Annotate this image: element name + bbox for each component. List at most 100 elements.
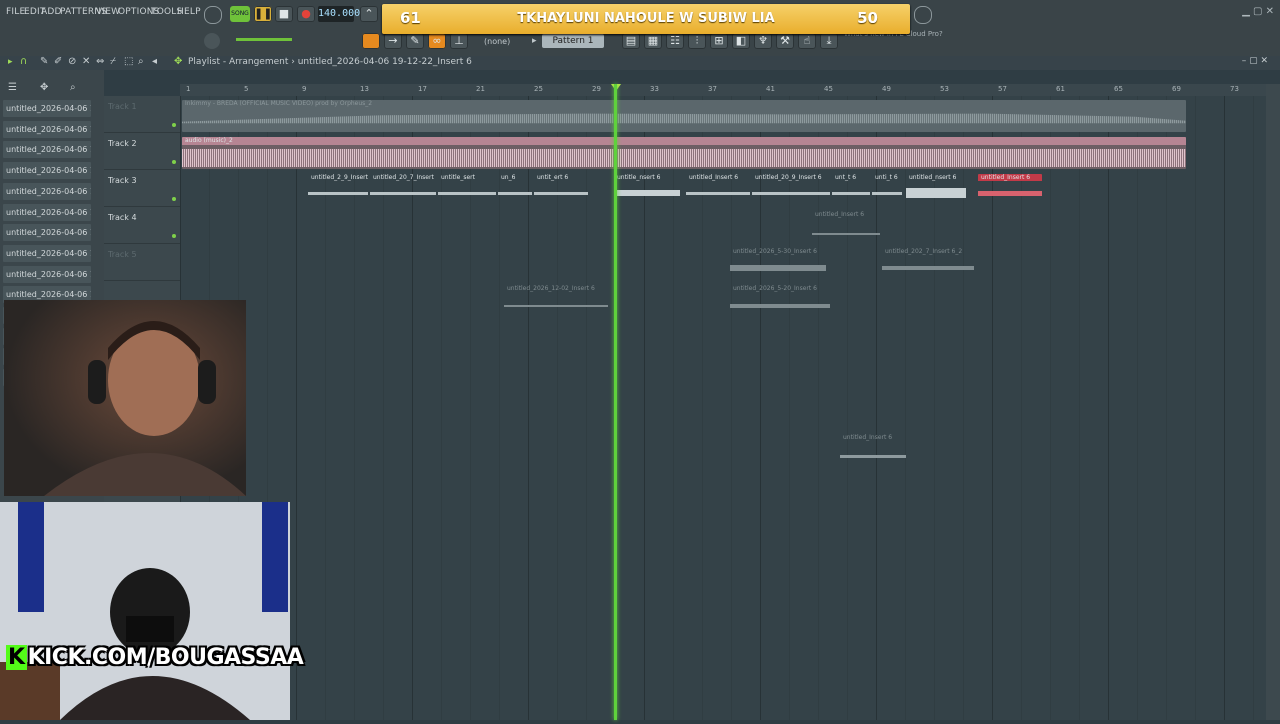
track-header[interactable]: Track 2 [104, 133, 180, 170]
browser-item[interactable]: untitled_2026-04-06 18- [3, 120, 91, 138]
audio-clip[interactable]: untitled_2026_12-02_Insert 6 [504, 285, 608, 313]
audio-clip[interactable]: untitled_nsert 6 [906, 174, 966, 202]
snap-button[interactable]: ⌃ [360, 6, 378, 22]
menu-help[interactable]: HELP [177, 7, 201, 17]
magnet-icon: ⌃ [364, 7, 374, 20]
track-header[interactable]: Track 5 [104, 244, 180, 281]
browser-item[interactable]: untitled_2026-04-06 18- [3, 244, 91, 262]
audio-clip[interactable]: untitled_2_9_Insert [308, 174, 368, 202]
view-channel-rack-button[interactable]: ☷ [666, 33, 684, 49]
track-led-icon[interactable] [172, 234, 176, 238]
playlist-grid[interactable]: Inkimmy - BREDA (OFFICIAL MUSIC VIDEO) p… [180, 96, 1266, 720]
menu-view[interactable]: VIEW [96, 7, 120, 17]
view-touch-button[interactable]: ☝ [798, 33, 816, 49]
browser-item[interactable]: untitled_2026-04-06 18- [3, 203, 91, 221]
audio-clip[interactable]: untitle_nsert 6 [614, 174, 680, 202]
waveform [614, 190, 680, 196]
track-header[interactable]: Track 3 [104, 170, 180, 207]
audio-clip[interactable]: untitled_20_9_Insert 6 [752, 174, 830, 202]
tool-stamp-button[interactable]: ⊥ [450, 33, 468, 49]
vertical-scrollbar[interactable] [1266, 84, 1280, 720]
waveform [730, 265, 826, 271]
view-plugin-db-button[interactable]: ◧ [732, 33, 750, 49]
slice-tool-icon[interactable]: ⌿ [110, 56, 116, 67]
view-project-button[interactable]: ⚒ [776, 33, 794, 49]
waveform [182, 113, 1186, 124]
browser-item[interactable]: untitled_2026-04-06 18- [3, 224, 91, 242]
audio-clip[interactable]: unt_t 6 [832, 174, 870, 202]
song-mode-toggle[interactable]: SONG [230, 6, 250, 22]
audio-clip[interactable]: untitled_Insert 6 [812, 211, 880, 239]
browser-move-icon[interactable]: ✥ [40, 82, 48, 93]
magnet-snap-icon[interactable]: ∩ [20, 56, 27, 67]
waveform [752, 192, 830, 195]
download-button[interactable]: ⤓ [820, 33, 838, 49]
audio-clip[interactable]: untitled_20_7_Insert [370, 174, 436, 202]
pattern-selector[interactable]: Pattern 1 [542, 34, 604, 48]
browser-item[interactable]: untitled_2026-04-06 18- [3, 162, 91, 180]
playlist-menu-arrow-icon[interactable]: ▸ [8, 57, 13, 67]
window-controls[interactable]: ▁ ▢ ✕ [1242, 6, 1274, 17]
stream-banner: 61 TKHAYLUNI NAHOULE W SUBIW LIA 50 [382, 4, 910, 34]
tool-link-button[interactable]: ∞ [428, 33, 446, 49]
audio-clip[interactable]: untitle_sert [438, 174, 496, 202]
master-volume-slider[interactable] [236, 38, 292, 41]
browser-list-icon[interactable]: ☰ [8, 82, 17, 93]
track-led-icon[interactable] [172, 160, 176, 164]
waveform [182, 149, 1186, 167]
playback-tool-icon[interactable]: ◂ [152, 56, 157, 67]
tool-arrow-button[interactable]: → [384, 33, 402, 49]
audio-clip[interactable]: untitled_Insert 6 [840, 434, 906, 462]
tempo-display[interactable]: 140.000 [318, 6, 360, 22]
browser-item[interactable]: untitled_2026-04-06 18- [3, 265, 91, 283]
playhead[interactable] [614, 84, 617, 720]
audio-clip[interactable]: un_6 [498, 174, 532, 202]
browser-item[interactable]: untitled_2026-04-06 18- [3, 141, 91, 159]
zoom-tool-icon[interactable]: ⌕ [138, 56, 144, 67]
select-tool-icon[interactable]: ⬚ [124, 56, 133, 67]
view-pianoroll-button[interactable]: ▦ [644, 33, 662, 49]
menu-file[interactable]: FILE [6, 7, 25, 17]
kick-url: KICK.COM/BOUGASSAA [27, 645, 304, 670]
timeline-ruler[interactable]: 1 5 9 13 17 21 25 29 33 37 41 45 49 53 57 61 65 69 73 [180, 84, 1266, 96]
track-led-icon[interactable] [172, 123, 176, 127]
browser-item[interactable]: untitled_2026-04-06 18- [3, 182, 91, 200]
master-pitch-knob[interactable] [204, 33, 220, 49]
audio-clip[interactable]: untitled_Insert 6 [978, 174, 1042, 202]
slip-tool-icon[interactable]: ⇔ [96, 56, 104, 67]
view-mic-button[interactable]: ♆ [754, 33, 772, 49]
brush-tool-icon[interactable]: ✐ [54, 56, 62, 67]
view-mixer-button[interactable]: ⫶ [688, 33, 706, 49]
pencil-tool-icon[interactable]: ✎ [40, 56, 48, 67]
clip-name: Inkimmy - BREDA (OFFICIAL MUSIC VIDEO) p… [185, 100, 373, 107]
audio-clip[interactable]: unti_t 6 [872, 174, 902, 202]
track-header[interactable]: Track 4 [104, 207, 180, 244]
mute-tool-icon[interactable]: ✕ [82, 56, 90, 67]
pause-button[interactable]: ❚❚ [254, 6, 272, 22]
record-button[interactable]: ● [297, 6, 315, 22]
audio-clip[interactable]: untit_ert 6 [534, 174, 588, 202]
clip-name: untitled_2026_5-20_Insert 6 [733, 285, 817, 292]
audio-clip[interactable]: untitled_2026_5-20_Insert 6 [730, 285, 830, 313]
audio-clip[interactable]: untitled_202_7_Insert 6_2 [882, 248, 974, 276]
audio-clip[interactable]: audio (music)_2 [182, 137, 1186, 169]
track-header[interactable]: Track 1 [104, 96, 180, 133]
menu-add[interactable]: ADD [41, 7, 62, 17]
pattern-selector-none[interactable]: (none) [484, 36, 530, 48]
chat-icon[interactable] [914, 6, 932, 24]
browser-item[interactable]: untitled_2026-04-06 18- [3, 100, 91, 117]
tool-playlist-button[interactable] [362, 33, 380, 49]
waveform [906, 188, 966, 198]
track-led-icon[interactable] [172, 197, 176, 201]
audio-clip[interactable]: untitled_2026_5-30_Insert 6 [730, 248, 826, 276]
clip-name: untitled_202_7_Insert 6_2 [885, 248, 963, 255]
stop-button[interactable]: ■ [275, 6, 293, 22]
tool-pencil-button[interactable]: ✎ [406, 33, 424, 49]
view-playlist-button[interactable]: ▤ [622, 33, 640, 49]
delete-tool-icon[interactable]: ⊘ [68, 56, 76, 67]
audio-clip[interactable]: untitled_Insert 6 [686, 174, 750, 202]
view-browser-button[interactable]: ⊞ [710, 33, 728, 49]
audio-clip[interactable]: Inkimmy - BREDA (OFFICIAL MUSIC VIDEO) p… [182, 100, 1186, 132]
playlist-window-controls[interactable]: – ▢ ✕ [1242, 56, 1268, 66]
browser-search-icon[interactable]: ⌕ [70, 82, 76, 93]
